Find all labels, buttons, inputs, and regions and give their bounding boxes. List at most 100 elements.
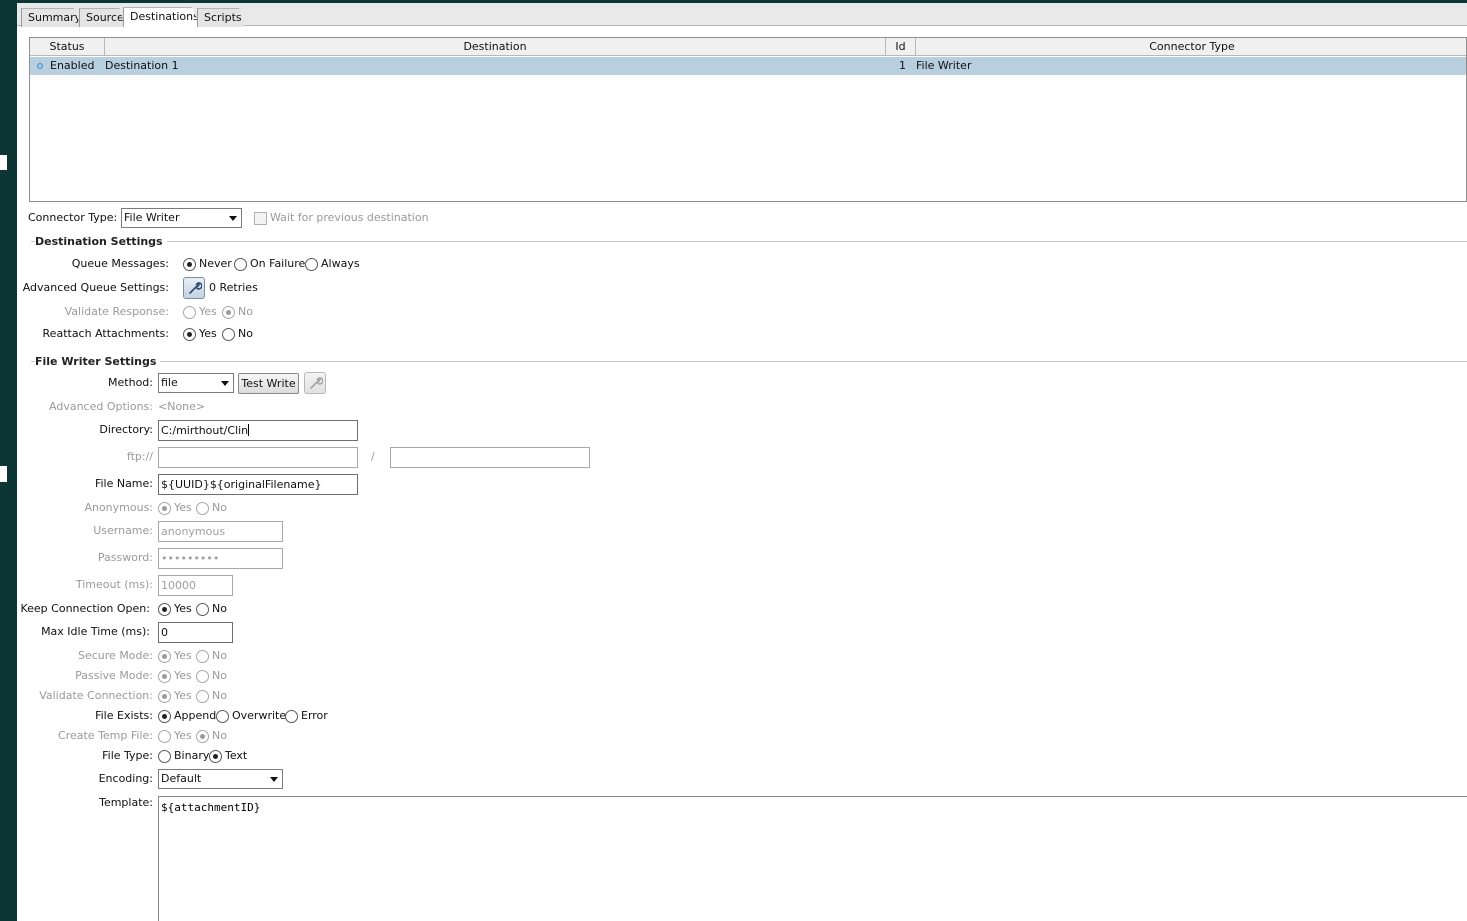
window-edge-fragment — [0, 688, 7, 921]
wait-previous-checkbox[interactable] — [254, 212, 267, 225]
anonymous-label: Anonymous: — [84, 501, 153, 514]
keep-open-no-label: No — [212, 602, 227, 615]
validate-connection-label: Validate Connection: — [39, 689, 153, 702]
template-editor[interactable]: ${attachmentID} — [158, 796, 1467, 921]
ftp-host-field[interactable] — [158, 447, 358, 468]
validate-response-yes-label: Yes — [199, 305, 217, 318]
anonymous-no-radio[interactable] — [196, 502, 209, 515]
validate-response-no-radio[interactable] — [222, 306, 235, 319]
max-idle-field[interactable]: 0 — [158, 622, 233, 643]
validate-response-yes-radio[interactable] — [183, 306, 196, 319]
queue-never-label: Never — [199, 257, 232, 270]
secure-mode-yes-radio[interactable] — [158, 650, 171, 663]
passive-mode-no-radio[interactable] — [196, 670, 209, 683]
timeout-field[interactable]: 10000 — [158, 575, 233, 596]
connector-type-select[interactable]: File Writer — [121, 208, 242, 228]
wrench-icon — [189, 282, 202, 294]
directory-label: Directory: — [99, 423, 153, 436]
template-label: Template: — [99, 796, 153, 809]
queue-always-radio[interactable] — [305, 258, 318, 271]
table-row[interactable]: Enabled Destination 1 1 File Writer — [30, 57, 1466, 75]
method-select[interactable]: file — [158, 373, 234, 393]
file-name-label: File Name: — [94, 477, 153, 490]
passive-mode-label: Passive Mode: — [75, 669, 153, 682]
file-exists-error-radio[interactable] — [285, 710, 298, 723]
file-type-binary-radio[interactable] — [158, 750, 171, 763]
tab-scripts[interactable]: Scripts — [197, 8, 245, 27]
keep-open-no-radio[interactable] — [196, 603, 209, 616]
create-temp-yes-label: Yes — [174, 729, 192, 742]
secure-mode-yes-label: Yes — [174, 649, 192, 662]
ftp-path-field[interactable] — [390, 447, 590, 468]
file-writer-settings-title: File Writer Settings — [35, 355, 161, 368]
column-header-status[interactable]: Status — [30, 38, 105, 56]
queue-on-failure-label: On Failure — [250, 257, 306, 270]
file-type-text-label: Text — [225, 749, 248, 762]
advanced-queue-summary: 0 Retries — [209, 281, 258, 294]
username-field[interactable]: anonymous — [158, 521, 283, 542]
validate-connection-no-radio[interactable] — [196, 690, 209, 703]
chevron-down-icon — [221, 381, 229, 386]
keep-open-yes-radio[interactable] — [158, 603, 171, 616]
connector-type-label: Connector Type: — [28, 211, 118, 224]
section-divider — [31, 241, 1467, 242]
window-edge-fragment — [0, 155, 7, 170]
tab-destinations[interactable]: Destinations — [123, 7, 201, 27]
file-name-field[interactable]: ${UUID}${originalFilename} — [158, 474, 358, 495]
window-edge-fragment — [0, 466, 7, 482]
validate-response-no-label: No — [238, 305, 253, 318]
text-cursor — [248, 424, 250, 436]
password-label: Password: — [97, 551, 153, 564]
connector-type-value: File Writer — [124, 211, 180, 224]
row-connector-type: File Writer — [916, 59, 972, 72]
anonymous-yes-label: Yes — [174, 501, 192, 514]
create-temp-yes-radio[interactable] — [158, 730, 171, 743]
username-label: Username: — [93, 524, 153, 537]
directory-field[interactable]: C:/mirthout/Clin — [158, 420, 358, 441]
file-exists-append-label: Append — [174, 709, 217, 722]
advanced-options-value: <None> — [158, 400, 206, 413]
create-temp-no-radio[interactable] — [196, 730, 209, 743]
validate-connection-yes-radio[interactable] — [158, 690, 171, 703]
chevron-down-icon — [270, 777, 278, 782]
tab-source[interactable]: Source — [79, 8, 125, 27]
method-settings-button[interactable] — [304, 372, 326, 394]
passive-mode-yes-radio[interactable] — [158, 670, 171, 683]
queue-on-failure-radio[interactable] — [234, 258, 247, 271]
reattach-label: Reattach Attachments: — [42, 327, 169, 340]
validate-connection-no-label: No — [212, 689, 227, 702]
column-header-connector-type[interactable]: Connector Type — [916, 38, 1467, 56]
queue-never-radio[interactable] — [183, 258, 196, 271]
column-header-destination[interactable]: Destination — [105, 38, 886, 56]
file-type-text-radio[interactable] — [209, 750, 222, 763]
section-divider — [31, 361, 1467, 362]
row-id: 1 — [899, 59, 906, 72]
keep-open-yes-label: Yes — [174, 602, 192, 615]
tab-bar: Summary Source Destinations Scripts — [17, 3, 1467, 27]
file-exists-overwrite-radio[interactable] — [216, 710, 229, 723]
method-value: file — [161, 376, 178, 389]
row-status: Enabled — [50, 59, 95, 72]
encoding-select[interactable]: Default — [158, 769, 283, 789]
passive-mode-no-label: No — [212, 669, 227, 682]
reattach-no-radio[interactable] — [222, 328, 235, 341]
file-type-label: File Type: — [102, 749, 153, 762]
file-exists-append-radio[interactable] — [158, 710, 171, 723]
reattach-no-label: No — [238, 327, 253, 340]
column-header-id[interactable]: Id — [886, 38, 916, 56]
file-exists-label: File Exists: — [95, 709, 153, 722]
max-idle-label: Max Idle Time (ms): — [41, 625, 150, 638]
reattach-yes-radio[interactable] — [183, 328, 196, 341]
advanced-options-label: Advanced Options: — [49, 400, 153, 413]
advanced-queue-button[interactable] — [183, 277, 205, 299]
destinations-table[interactable]: Status Destination Id Connector Type Ena… — [29, 37, 1467, 202]
create-temp-label: Create Temp File: — [58, 729, 153, 742]
anonymous-yes-radio[interactable] — [158, 502, 171, 515]
test-write-button[interactable]: Test Write — [238, 373, 299, 394]
secure-mode-no-radio[interactable] — [196, 650, 209, 663]
tab-summary[interactable]: Summary — [21, 8, 81, 27]
chevron-down-icon — [229, 216, 237, 221]
password-field[interactable]: ••••••••• — [158, 548, 283, 569]
table-header: Status Destination Id Connector Type — [30, 38, 1466, 56]
directory-value: C:/mirthout/Clin — [161, 424, 249, 437]
